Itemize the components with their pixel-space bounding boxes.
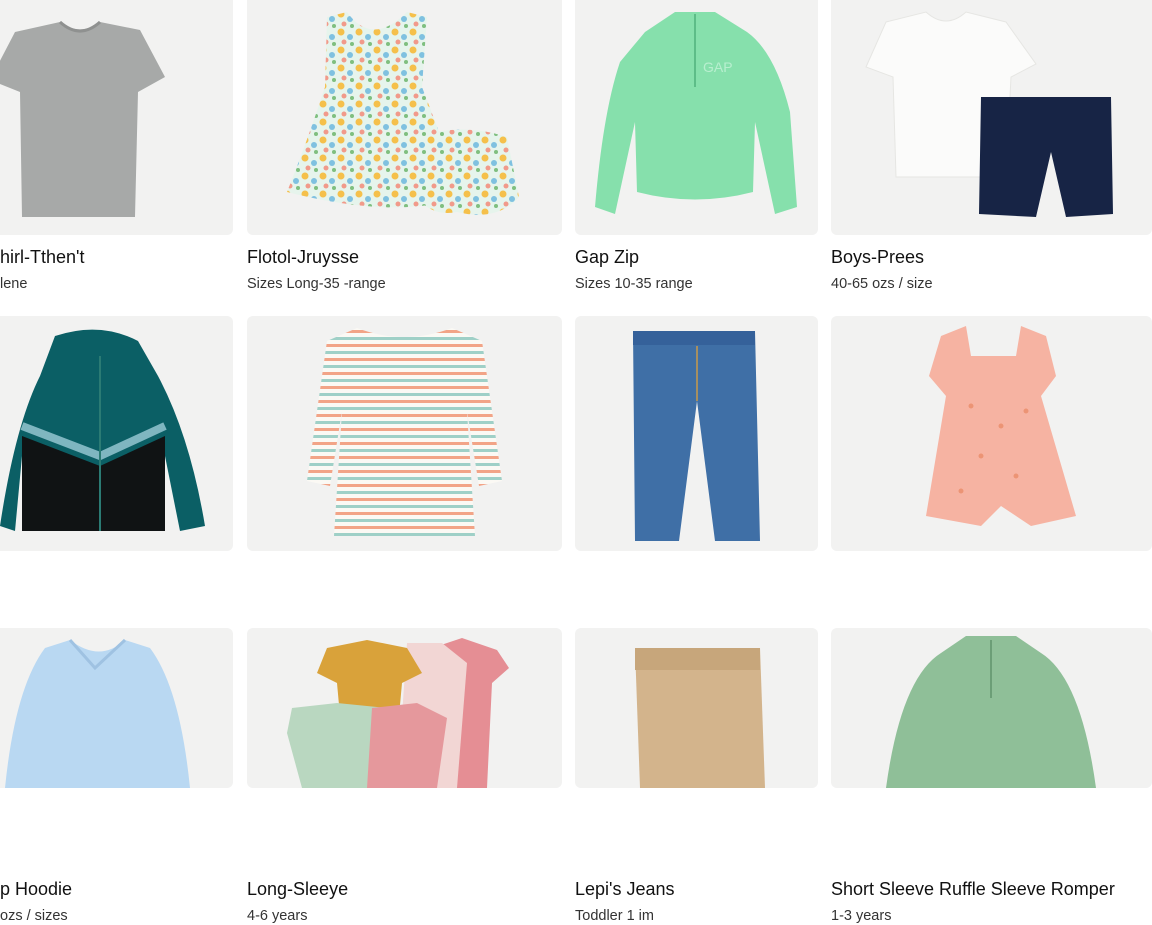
product-image-mint-half-zip[interactable]: GAP [575,0,818,235]
product-meta: 1-3 years [831,908,892,924]
product-meta: Sizes Long-35 -range [247,276,386,292]
product-title[interactable]: Short Sleeve Ruffle Sleeve Romper [831,878,1115,900]
product-image-sage-pullover[interactable] [831,628,1152,788]
product-title[interactable]: Lepi's Jeans [575,878,675,900]
product-meta: lene [0,276,28,292]
product-image-bodysuit-pack[interactable] [247,628,562,788]
product-image-light-blue-shirt[interactable] [0,628,233,788]
product-title[interactable]: p Hoodie [0,878,72,900]
product-image-floral-dress[interactable] [247,0,562,235]
product-meta: ozs / sizes [0,908,68,924]
product-title[interactable]: Boys-Prees [831,246,924,268]
print-text: GAP [703,59,733,75]
product-title[interactable]: Flotol-Jruysse [247,246,359,268]
product-meta: Toddler 1 im [575,908,654,924]
product-image-gray-tshirt[interactable] [0,0,233,235]
product-title[interactable]: Gap Zip [575,246,639,268]
product-title[interactable]: hirl-Tthen't [0,246,84,268]
product-meta: Sizes 10-35 range [575,276,693,292]
product-image-khaki-pants[interactable] [575,628,818,788]
product-image-striped-dress[interactable] [247,316,562,551]
product-image-ruffle-romper[interactable] [831,316,1152,551]
product-meta: 40-65 ozs / size [831,276,933,292]
product-image-tee-and-shorts[interactable] [831,0,1152,235]
product-title[interactable]: Long-Sleeye [247,878,348,900]
product-meta: 4-6 years [247,908,308,924]
product-image-teal-hoodie[interactable] [0,316,233,551]
product-image-jeans[interactable] [575,316,818,551]
